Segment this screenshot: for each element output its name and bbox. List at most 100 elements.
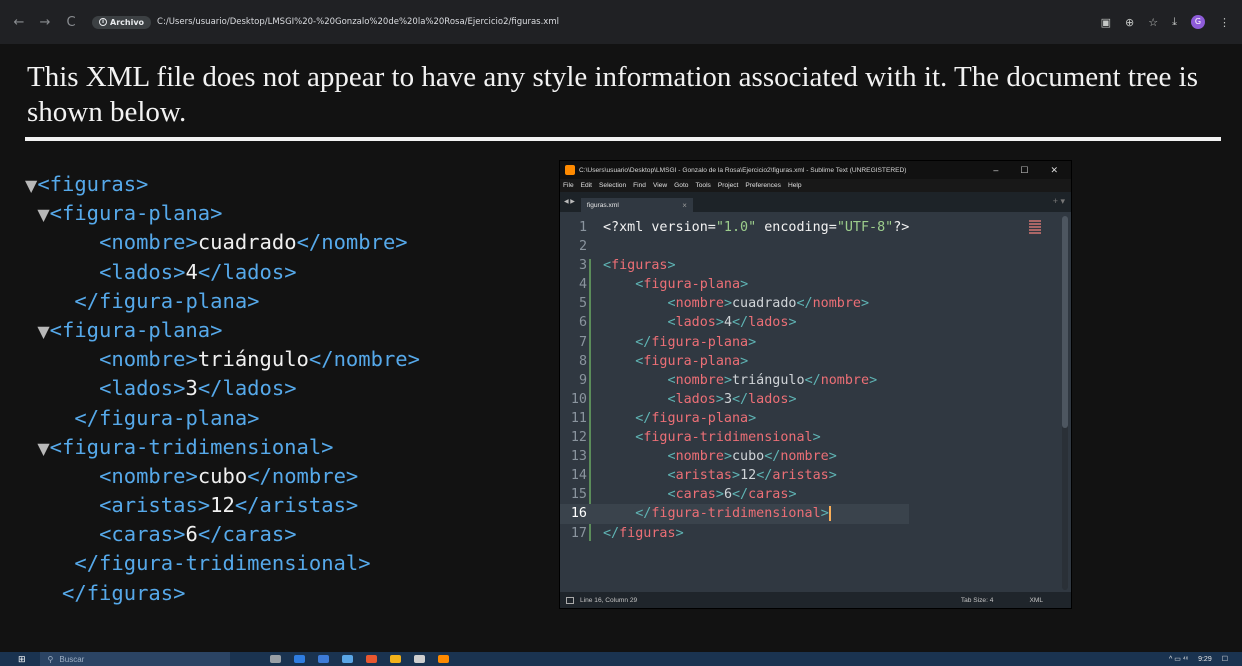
code-line[interactable]: 9 <nombre>triángulo</nombre> xyxy=(560,371,909,390)
code-line[interactable]: 17 </figuras> xyxy=(560,524,909,543)
taskbar-app-icon[interactable] xyxy=(413,655,425,663)
line-source: </figura-plana> xyxy=(591,333,756,352)
tag-name: aristas xyxy=(675,468,732,484)
menu-find[interactable]: Find xyxy=(633,182,646,189)
download-icon[interactable]: ⤓ xyxy=(1172,15,1177,29)
code-line[interactable]: 2 xyxy=(560,237,909,256)
code-line[interactable]: 8 <figura-plana> xyxy=(560,352,909,371)
vertical-scrollbar[interactable] xyxy=(1062,216,1068,590)
element-value: 6 xyxy=(723,487,732,503)
forward-arrow-icon[interactable]: → xyxy=(38,15,52,30)
decl-encoding-attr: encoding= xyxy=(756,220,837,235)
code-line[interactable]: 15 <caras>6</caras> xyxy=(560,485,909,504)
reload-icon[interactable]: C xyxy=(64,15,78,30)
minimize-icon[interactable]: – xyxy=(993,165,998,176)
menu-goto[interactable]: Goto xyxy=(674,182,688,189)
panel-toggle-icon[interactable] xyxy=(566,596,574,604)
tab-close-icon[interactable]: × xyxy=(682,201,687,210)
file-chip[interactable]: i Archivo xyxy=(92,15,152,29)
url-text[interactable]: C:/Users/usuario/Desktop/LMSGI%20-%20Gon… xyxy=(157,17,559,27)
clock[interactable]: 9:29 xyxy=(1198,656,1212,663)
tab-add-icon[interactable]: + ▾ xyxy=(1053,196,1065,207)
code-line[interactable]: 16 </figura-tridimensional> xyxy=(560,504,910,524)
taskbar-app-icon[interactable] xyxy=(365,655,377,663)
line-number: 16 xyxy=(570,506,587,522)
menu-help[interactable]: Help xyxy=(788,182,802,189)
code-line[interactable]: 3 <figuras> xyxy=(560,256,909,275)
tab-figuras-xml[interactable]: figuras.xml × xyxy=(580,198,693,212)
code-line[interactable]: 5 <nombre>cuadrado</nombre> xyxy=(560,294,909,313)
windows-start-icon[interactable]: ⊞ xyxy=(18,654,26,665)
tab-size[interactable]: Tab Size: 4 xyxy=(961,597,994,604)
punct: < xyxy=(667,315,676,331)
tab-nav-arrows-icon[interactable]: ◀ ▶ xyxy=(564,198,575,205)
code-line[interactable]: 11 </figura-plana> xyxy=(560,409,909,428)
menu-file[interactable]: File xyxy=(563,182,574,189)
menu-tools[interactable]: Tools xyxy=(695,182,710,189)
punct: > xyxy=(748,410,757,426)
scroll-thumb[interactable] xyxy=(1062,216,1068,428)
code-line[interactable]: 12 <figura-tridimensional> xyxy=(560,428,909,447)
line-source: <lados>3</lados> xyxy=(591,390,797,409)
code-line[interactable]: 14 <aristas>12</aristas> xyxy=(560,466,909,485)
menu-edit[interactable]: Edit xyxy=(581,182,592,189)
notification-icon[interactable]: ☐ xyxy=(1222,655,1228,663)
tag-name: nombre xyxy=(675,449,724,465)
taskbar-app-icon[interactable] xyxy=(341,655,353,663)
code-lines[interactable]: 1 <?xml version="1.0" encoding="UTF-8"?> 2… xyxy=(560,218,910,543)
collapse-triangle-icon[interactable]: ▼ xyxy=(25,176,37,195)
address-bar[interactable]: i Archivo C:/Users/usuario/Desktop/LMSGI… xyxy=(92,12,559,32)
tray-icons[interactable]: ^ ▭ ⁴ˣ xyxy=(1169,655,1188,663)
punct: > xyxy=(740,277,749,293)
taskbar-app-icon[interactable] xyxy=(437,655,449,663)
code-line[interactable]: 10 <lados>3</lados> xyxy=(560,390,909,409)
code-line[interactable]: 7 </figura-plana> xyxy=(560,333,909,352)
sublime-title-bar[interactable]: C:\Users\usuario\Desktop\LMSGI - Gonzalo… xyxy=(560,161,1071,179)
bookmark-star-icon[interactable]: ☆ xyxy=(1148,16,1158,29)
translate-icon[interactable]: ▣ xyxy=(1101,16,1111,29)
maximize-icon[interactable]: ☐ xyxy=(1020,165,1028,176)
menu-view[interactable]: View xyxy=(653,182,667,189)
minimap[interactable] xyxy=(1029,220,1041,240)
sublime-text-window[interactable]: C:\Users\usuario\Desktop\LMSGI - Gonzalo… xyxy=(559,160,1072,609)
taskbar-search[interactable]: ⚲ Buscar xyxy=(39,652,230,666)
code-editor[interactable]: 1 <?xml version="1.0" encoding="UTF-8"?> 2… xyxy=(560,214,1071,592)
taskbar-app-icon[interactable] xyxy=(293,655,305,663)
punct: > xyxy=(788,487,797,503)
code-line[interactable]: 13 <nombre>cubo</nombre> xyxy=(560,447,909,466)
search-placeholder: Buscar xyxy=(59,654,85,664)
taskbar-app-icon[interactable] xyxy=(317,655,329,663)
syntax-mode[interactable]: XML xyxy=(1029,597,1043,604)
collapse-triangle-icon[interactable]: ▼ xyxy=(37,205,49,224)
profile-avatar[interactable]: G xyxy=(1191,15,1205,29)
code-line[interactable]: 1 <?xml version="1.0" encoding="UTF-8"?> xyxy=(560,218,909,237)
collapse-triangle-icon[interactable]: ▼ xyxy=(37,439,49,458)
element-value: cuadrado xyxy=(732,296,797,312)
menu-project[interactable]: Project xyxy=(718,182,739,189)
back-arrow-icon[interactable]: ← xyxy=(12,15,26,30)
tree-tag-open: <nombre> xyxy=(99,230,198,255)
tree-line: ▼<figuras> xyxy=(25,170,420,199)
taskbar-app-icon[interactable] xyxy=(269,655,281,663)
tree-tag-open: <lados> xyxy=(99,259,186,284)
kebab-menu-icon[interactable]: ⋮ xyxy=(1219,16,1230,29)
sublime-menu-bar: File Edit Selection Find View Goto Tools Projec… xyxy=(560,179,1071,192)
collapse-triangle-icon[interactable]: ▼ xyxy=(37,322,49,341)
decl-encoding: "UTF-8" xyxy=(836,220,894,235)
line-number: 17 xyxy=(570,525,587,541)
close-icon[interactable]: ✕ xyxy=(1050,165,1058,176)
menu-preferences[interactable]: Preferences xyxy=(745,182,781,189)
taskbar-app-icon[interactable] xyxy=(389,655,401,663)
menu-selection[interactable]: Selection xyxy=(599,182,626,189)
zoom-icon[interactable]: ⊕ xyxy=(1125,16,1134,29)
punct: </ xyxy=(804,372,821,388)
code-line[interactable]: 4 <figura-plana> xyxy=(560,275,909,294)
punct: > xyxy=(723,372,732,388)
tag-name: aristas xyxy=(772,468,829,484)
code-line[interactable]: 6 <lados>4</lados> xyxy=(560,313,909,332)
